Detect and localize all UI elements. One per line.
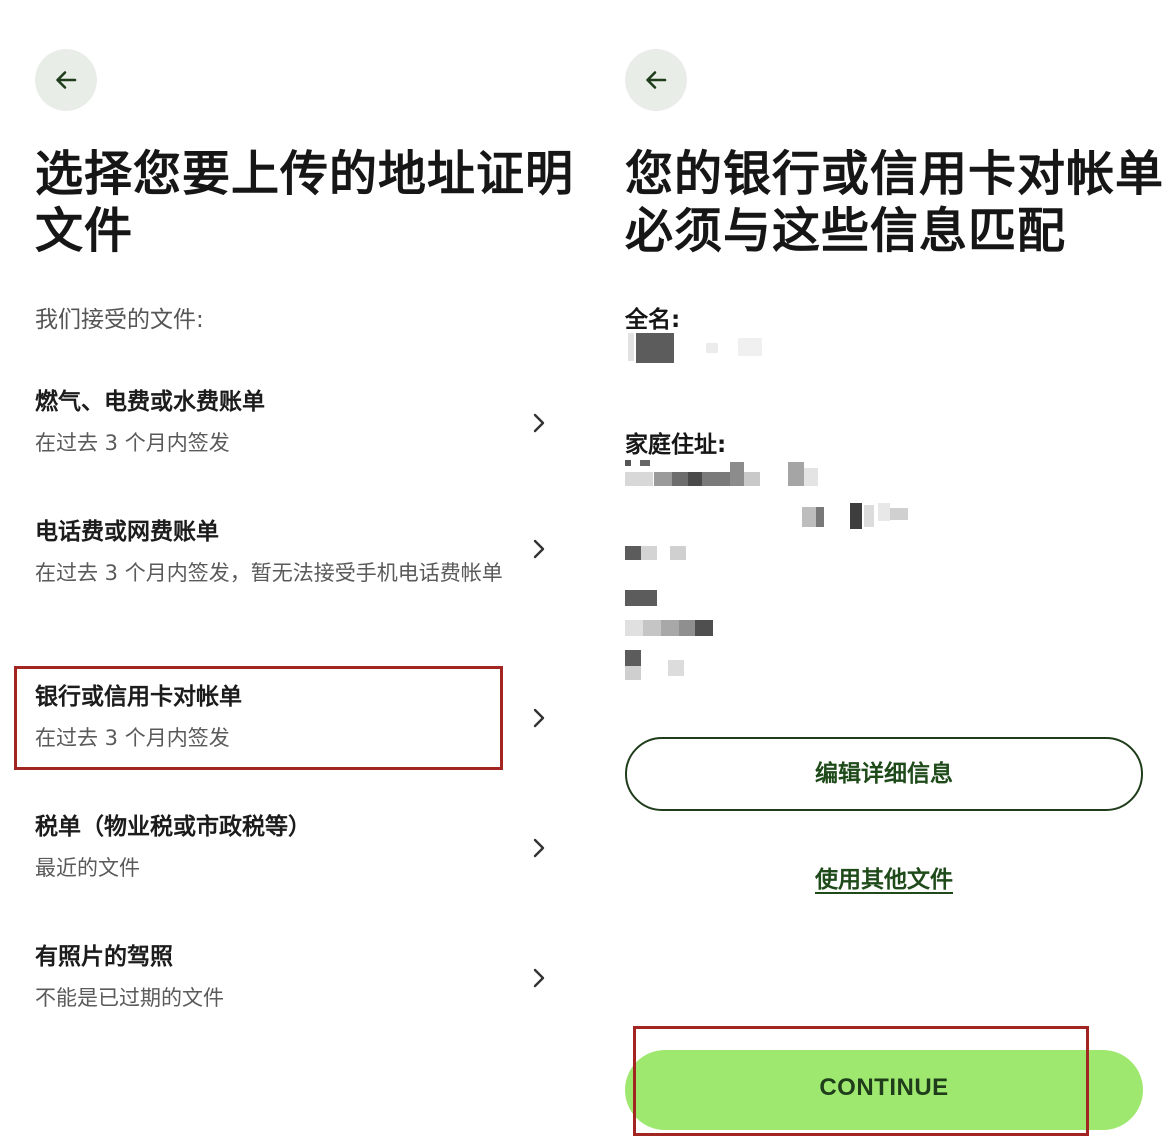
back-button[interactable] [35,49,97,111]
page-title: 选择您要上传的地址证明文件 [35,146,575,259]
use-other-document-link[interactable]: 使用其他文件 [625,860,1143,894]
document-option-driving-license[interactable]: 有照片的驾照 不能是已过期的文件 [35,942,555,1014]
document-option-phone-internet-bill[interactable]: 电话费或网费账单 在过去 3 个月内签发，暂无法接受手机电话费帐单 [35,517,555,589]
chevron-right-icon [533,838,545,858]
document-option-title: 有照片的驾照 [35,944,173,970]
full-name-label: 全名: [625,307,681,333]
document-option-tax-bill[interactable]: 税单（物业税或市政税等） 最近的文件 [35,812,555,884]
home-address-label: 家庭住址: [625,432,727,458]
back-button[interactable] [625,49,687,111]
document-option-title: 电话费或网费账单 [35,519,219,545]
highlight-box [14,666,503,770]
left-screen: 选择您要上传的地址证明文件 我们接受的文件: 燃气、电费或水费账单 在过去 3 … [0,0,588,1115]
document-option-title: 税单（物业税或市政税等） [35,814,311,840]
document-option-subtitle: 在过去 3 个月内签发，暂无法接受手机电话费帐单 [35,561,503,585]
chevron-right-icon [533,968,545,988]
document-option-subtitle: 不能是已过期的文件 [35,986,224,1010]
arrow-left-icon [646,71,667,89]
edit-details-button[interactable]: 编辑详细信息 [625,737,1143,811]
document-option-utility-bill[interactable]: 燃气、电费或水费账单 在过去 3 个月内签发 [35,387,555,459]
accepted-documents-label: 我们接受的文件: [35,307,204,333]
chevron-right-icon [533,413,545,433]
right-screen: 您的银行或信用卡对帐单必须与这些信息匹配 全名: 家庭住址: 编辑详细信息 使用… [588,0,1176,1136]
page-title: 您的银行或信用卡对帐单必须与这些信息匹配 [625,146,1165,259]
highlight-box [633,1026,1089,1136]
chevron-right-icon [533,539,545,559]
arrow-left-icon [56,71,77,89]
document-option-subtitle: 最近的文件 [35,856,140,880]
chevron-right-icon [533,708,545,728]
document-option-subtitle: 在过去 3 个月内签发 [35,431,230,455]
document-option-title: 燃气、电费或水费账单 [35,389,265,415]
